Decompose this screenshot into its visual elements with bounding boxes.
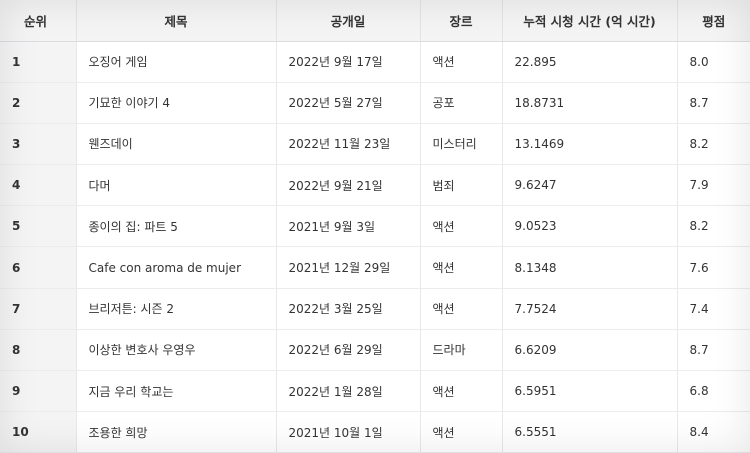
- cell-title: 기묘한 이야기 4: [76, 82, 277, 124]
- cell-genre: 액션: [420, 411, 503, 453]
- cell-release-date: 2022년 3월 25일: [276, 288, 421, 330]
- cell-release-date: 2022년 6월 29일: [276, 329, 421, 372]
- cell-rating: 8.0: [677, 41, 750, 83]
- cell-genre: 액션: [420, 41, 503, 83]
- cell-genre: 액션: [420, 205, 503, 248]
- cell-title: 오징어 게임: [76, 41, 277, 83]
- cell-title: 지금 우리 학교는: [76, 370, 277, 413]
- cell-release-date: 2022년 11월 23일: [276, 123, 421, 166]
- cell-rating: 8.7: [677, 82, 750, 124]
- cell-release-date: 2021년 10월 1일: [276, 411, 421, 453]
- header-hours-viewed[interactable]: 누적 시청 시간 (억 시간): [502, 0, 678, 42]
- cell-rank: 10: [0, 411, 77, 453]
- header-title[interactable]: 제목: [76, 0, 277, 42]
- table-row[interactable]: 9 지금 우리 학교는 2022년 1월 28일 액션 6.5951 6.8: [0, 370, 750, 413]
- cell-rating: 7.4: [677, 288, 750, 330]
- header-rank[interactable]: 순위: [0, 0, 77, 42]
- cell-rating: 8.2: [677, 205, 750, 248]
- cell-rank: 3: [0, 123, 77, 166]
- cell-title: Cafe con aroma de mujer: [76, 246, 277, 289]
- cell-genre: 공포: [420, 82, 503, 124]
- cell-hours-viewed: 6.5551: [502, 411, 678, 453]
- cell-rating: 8.7: [677, 329, 750, 372]
- header-rating[interactable]: 평점: [677, 0, 750, 42]
- cell-hours-viewed: 7.7524: [502, 288, 678, 330]
- cell-release-date: 2021년 9월 3일: [276, 205, 421, 248]
- table-row[interactable]: 10 조용한 희망 2021년 10월 1일 액션 6.5551 8.4: [0, 411, 750, 453]
- cell-rank: 4: [0, 164, 77, 207]
- cell-hours-viewed: 6.6209: [502, 329, 678, 372]
- cell-title: 다머: [76, 164, 277, 207]
- table-row[interactable]: 1 오징어 게임 2022년 9월 17일 액션 22.895 8.0: [0, 41, 750, 83]
- cell-hours-viewed: 8.1348: [502, 246, 678, 289]
- cell-title: 조용한 희망: [76, 411, 277, 453]
- header-row: 순위 제목 공개일 장르 누적 시청 시간 (억 시간) 평점: [0, 0, 750, 42]
- cell-hours-viewed: 9.0523: [502, 205, 678, 248]
- table-row[interactable]: 4 다머 2022년 9월 21일 범죄 9.6247 7.9: [0, 164, 750, 207]
- cell-rank: 7: [0, 288, 77, 330]
- cell-release-date: 2021년 12월 29일: [276, 246, 421, 289]
- cell-rating: 8.2: [677, 123, 750, 166]
- cell-hours-viewed: 6.5951: [502, 370, 678, 413]
- cell-hours-viewed: 18.8731: [502, 82, 678, 124]
- table-row[interactable]: 5 종이의 집: 파트 5 2021년 9월 3일 액션 9.0523 8.2: [0, 205, 750, 248]
- header-genre[interactable]: 장르: [420, 0, 503, 42]
- cell-rating: 8.4: [677, 411, 750, 453]
- cell-title: 종이의 집: 파트 5: [76, 205, 277, 248]
- cell-release-date: 2022년 9월 21일: [276, 164, 421, 207]
- cell-title: 웬즈데이: [76, 123, 277, 166]
- cell-rating: 6.8: [677, 370, 750, 413]
- table-frame: 순위 제목 공개일 장르 누적 시청 시간 (억 시간) 평점 1 오징어 게임…: [0, 0, 750, 453]
- cell-release-date: 2022년 9월 17일: [276, 41, 421, 83]
- table-row[interactable]: 7 브리저튼: 시즌 2 2022년 3월 25일 액션 7.7524 7.4: [0, 288, 750, 330]
- cell-title: 이상한 변호사 우영우: [76, 329, 277, 372]
- header-release-date[interactable]: 공개일: [276, 0, 421, 42]
- cell-rank: 2: [0, 82, 77, 124]
- cell-hours-viewed: 22.895: [502, 41, 678, 83]
- cell-rating: 7.9: [677, 164, 750, 207]
- table-row[interactable]: 2 기묘한 이야기 4 2022년 5월 27일 공포 18.8731 8.7: [0, 82, 750, 124]
- cell-rank: 6: [0, 246, 77, 289]
- cell-hours-viewed: 13.1469: [502, 123, 678, 166]
- cell-genre: 액션: [420, 288, 503, 330]
- cell-release-date: 2022년 5월 27일: [276, 82, 421, 124]
- cell-release-date: 2022년 1월 28일: [276, 370, 421, 413]
- cell-rank: 1: [0, 41, 77, 83]
- cell-rank: 8: [0, 329, 77, 372]
- cell-genre: 액션: [420, 246, 503, 289]
- table-row[interactable]: 3 웬즈데이 2022년 11월 23일 미스터리 13.1469 8.2: [0, 123, 750, 166]
- table-row[interactable]: 8 이상한 변호사 우영우 2022년 6월 29일 드라마 6.6209 8.…: [0, 329, 750, 372]
- cell-rank: 5: [0, 205, 77, 248]
- rankings-table: 순위 제목 공개일 장르 누적 시청 시간 (억 시간) 평점 1 오징어 게임…: [0, 0, 750, 453]
- cell-rating: 7.6: [677, 246, 750, 289]
- cell-title: 브리저튼: 시즌 2: [76, 288, 277, 330]
- table-row[interactable]: 6 Cafe con aroma de mujer 2021년 12월 29일 …: [0, 246, 750, 289]
- cell-genre: 드라마: [420, 329, 503, 372]
- cell-genre: 미스터리: [420, 123, 503, 166]
- cell-hours-viewed: 9.6247: [502, 164, 678, 207]
- cell-rank: 9: [0, 370, 77, 413]
- cell-genre: 액션: [420, 370, 503, 413]
- cell-genre: 범죄: [420, 164, 503, 207]
